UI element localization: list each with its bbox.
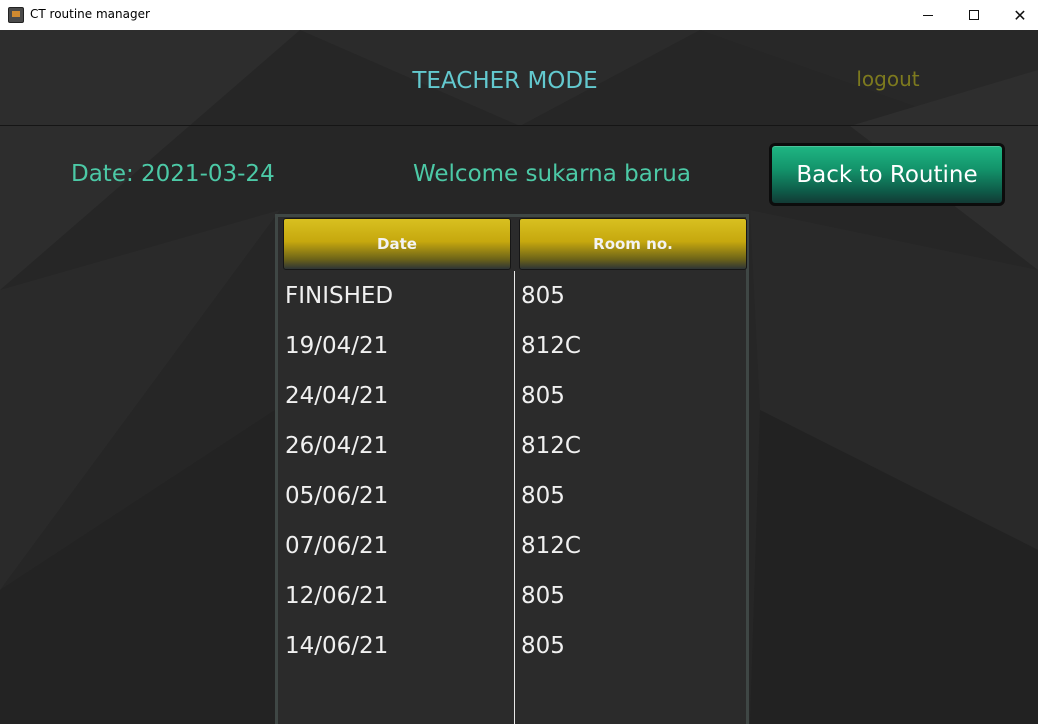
room-cell: 805	[521, 633, 565, 659]
date-cell: 19/04/21	[285, 333, 389, 359]
title-bar: CT routine manager ✕	[0, 0, 1038, 30]
app-window: CT routine manager ✕ TEACHER MODE logout…	[0, 0, 1038, 724]
date-cell: FINISHED	[285, 283, 394, 309]
mode-title: TEACHER MODE	[412, 68, 598, 94]
window-title: CT routine manager	[30, 7, 150, 21]
main-content: TEACHER MODE logout Date: 2021-03-24 Wel…	[0, 30, 1038, 724]
close-icon: ✕	[1013, 5, 1027, 25]
room-cell: 812C	[521, 333, 581, 359]
close-button[interactable]: ✕	[997, 0, 1038, 30]
current-date: Date: 2021-03-24	[71, 161, 275, 187]
column-header-room[interactable]: Room no.	[519, 218, 747, 270]
room-cell: 805	[521, 583, 565, 609]
room-cell: 805	[521, 283, 565, 309]
app-icon	[8, 7, 24, 23]
maximize-icon	[969, 10, 979, 20]
table-row[interactable]: 24/04/21 805	[278, 371, 746, 421]
room-cell: 812C	[521, 433, 581, 459]
date-cell: 14/06/21	[285, 633, 389, 659]
table-row[interactable]: 05/06/21 805	[278, 471, 746, 521]
table-row[interactable]: 07/06/21 812C	[278, 521, 746, 571]
date-cell: 07/06/21	[285, 533, 389, 559]
column-header-date[interactable]: Date	[283, 218, 511, 270]
routine-table: Date Room no. FINISHED 805 19/04/21 812C…	[275, 214, 749, 724]
maximize-button[interactable]	[951, 0, 997, 30]
minimize-button[interactable]	[905, 0, 951, 30]
date-cell: 12/06/21	[285, 583, 389, 609]
table-row[interactable]: 26/04/21 812C	[278, 421, 746, 471]
table-row[interactable]: 14/06/21 805	[278, 621, 746, 671]
room-cell: 812C	[521, 533, 581, 559]
minimize-icon	[923, 14, 933, 16]
logout-link[interactable]: logout	[848, 67, 928, 91]
room-cell: 805	[521, 383, 565, 409]
room-cell: 805	[521, 483, 565, 509]
date-cell: 05/06/21	[285, 483, 389, 509]
date-cell: 24/04/21	[285, 383, 389, 409]
welcome-message: Welcome sukarna barua	[413, 161, 691, 187]
table-row[interactable]: 19/04/21 812C	[278, 321, 746, 371]
table-body: FINISHED 805 19/04/21 812C 24/04/21 805 …	[278, 271, 746, 671]
table-row[interactable]: 12/06/21 805	[278, 571, 746, 621]
table-row[interactable]: FINISHED 805	[278, 271, 746, 321]
date-cell: 26/04/21	[285, 433, 389, 459]
back-to-routine-button[interactable]: Back to Routine	[769, 143, 1005, 206]
